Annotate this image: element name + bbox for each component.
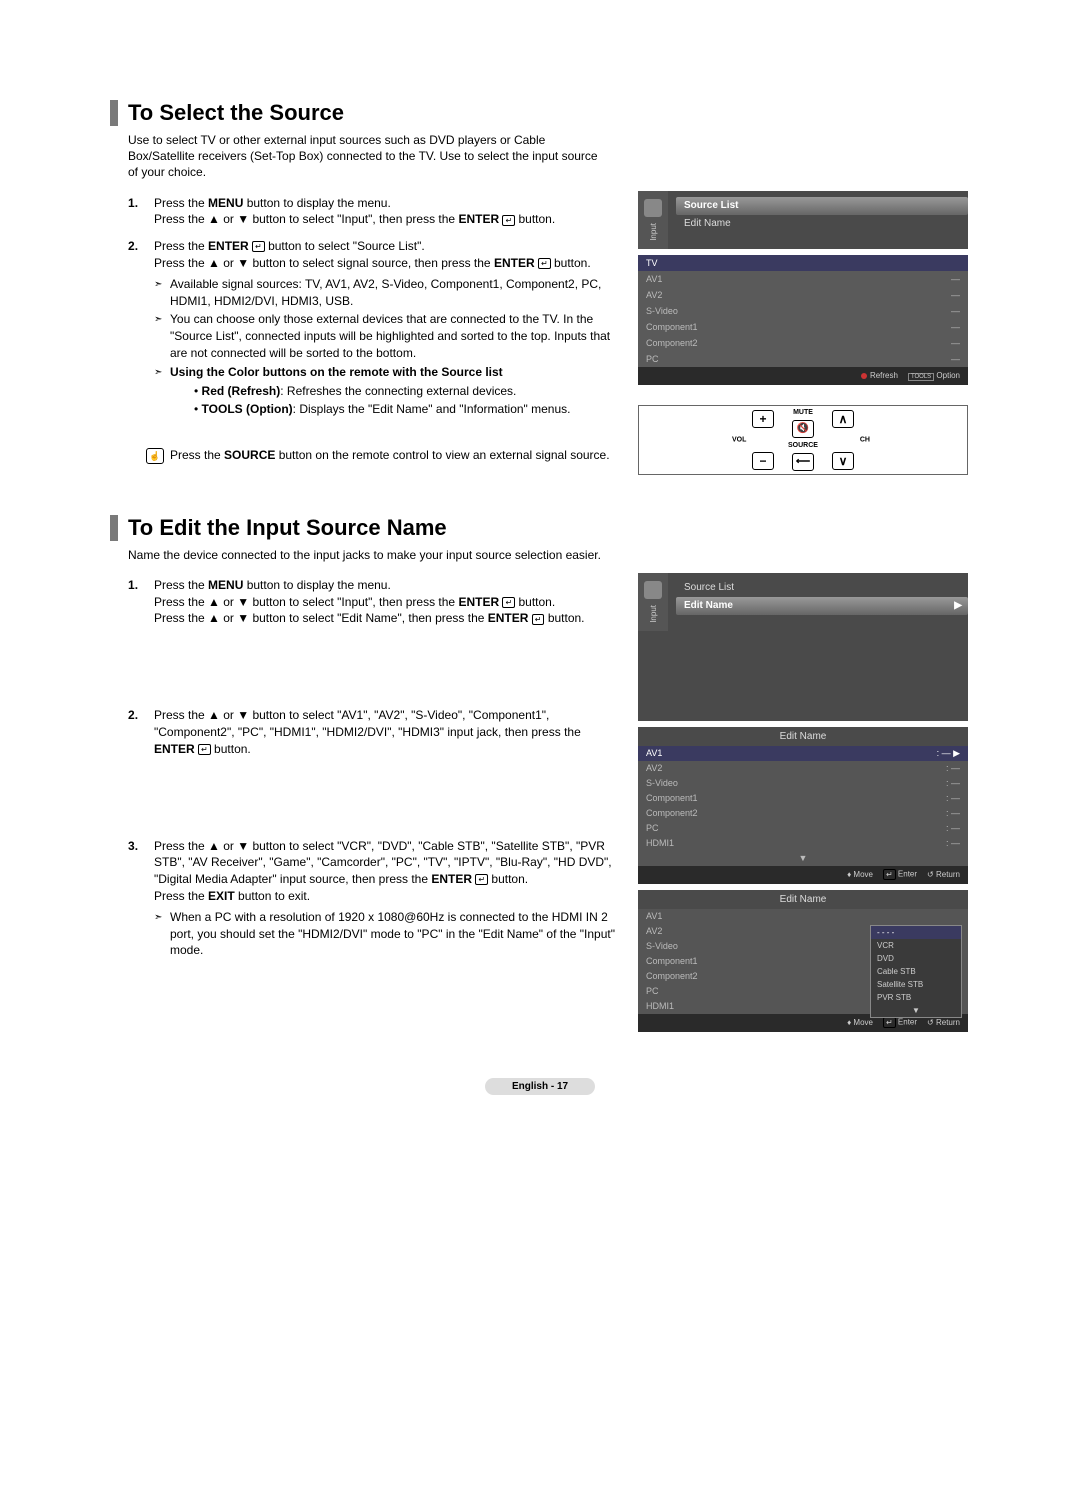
section1-title: To Select the Source xyxy=(110,100,970,126)
source-row[interactable]: Component2— xyxy=(638,335,968,351)
edit-row[interactable]: PC: — xyxy=(638,821,968,836)
enter-icon: ↵ xyxy=(502,597,515,608)
enter-icon: ↵ xyxy=(502,215,515,226)
popup-item[interactable]: Satellite STB xyxy=(871,978,961,991)
vol-up-button[interactable]: + xyxy=(752,410,774,428)
popup-item[interactable]: - - - - xyxy=(871,926,961,939)
source-row[interactable]: S-Video— xyxy=(638,303,968,319)
section1-intro: Use to select TV or other external input… xyxy=(128,132,598,181)
gear-icon xyxy=(644,199,662,217)
source-type-popup: - - - - VCR DVD Cable STB Satellite STB … xyxy=(870,925,962,1018)
popup-item[interactable]: VCR xyxy=(871,939,961,952)
s2-step-1: Press the MENU button to display the men… xyxy=(128,577,618,697)
source-row[interactable]: PC— xyxy=(638,351,968,367)
edit-row[interactable]: Component1: — xyxy=(638,791,968,806)
edit-row[interactable]: S-Video: — xyxy=(638,776,968,791)
menu-edit-name[interactable]: Edit Name xyxy=(676,215,968,233)
tv-editname-list-screenshot: Edit Name AV1: — ▶ AV2: — S-Video: — Com… xyxy=(638,727,968,884)
section2-intro: Name the device connected to the input j… xyxy=(128,547,728,563)
edit-row[interactable]: AV2: — xyxy=(638,761,968,776)
edit-row[interactable]: AV1: — ▶ xyxy=(638,746,968,761)
ch-up-button[interactable]: ∧ xyxy=(832,410,854,428)
edit-name-title: Edit Name xyxy=(638,727,968,746)
source-row[interactable]: Component1— xyxy=(638,319,968,335)
edit-row[interactable]: AV1 xyxy=(638,909,968,924)
enter-icon: ↵ xyxy=(538,258,551,269)
section2-title: To Edit the Input Source Name xyxy=(110,515,970,541)
source-button[interactable]: ⟵ xyxy=(792,453,814,471)
remote-tip: ☝ Press the SOURCE button on the remote … xyxy=(146,448,618,464)
section1-text: Press the MENU button to display the men… xyxy=(128,191,618,475)
popup-item[interactable]: PVR STB xyxy=(871,991,961,1004)
menu-source-list[interactable]: Source List xyxy=(676,579,968,597)
note-connected-devices: You can choose only those external devic… xyxy=(154,311,618,361)
step-2: Press the ENTER ↵ button to select "Sour… xyxy=(128,238,618,418)
mute-button[interactable]: 🔇 xyxy=(792,420,814,438)
scroll-down[interactable]: ▼ xyxy=(638,851,968,866)
sidebar-input-label: Input xyxy=(649,605,658,623)
menu-source-list[interactable]: Source List xyxy=(676,197,968,215)
popup-scroll-down[interactable]: ▼ xyxy=(871,1004,961,1017)
note-color-buttons: Using the Color buttons on the remote wi… xyxy=(154,364,618,418)
step-1: Press the MENU button to display the men… xyxy=(128,195,618,229)
remote-icon: ☝ xyxy=(146,448,164,464)
source-row[interactable]: AV1— xyxy=(638,271,968,287)
vol-down-button[interactable]: − xyxy=(752,452,774,470)
s2-step-2: Press the ▲ or ▼ button to select "AV1",… xyxy=(128,707,618,827)
popup-item[interactable]: DVD xyxy=(871,952,961,965)
tv-source-list-screenshot: TV AV1— AV2— S-Video— Component1— Compon… xyxy=(638,255,968,385)
enter-icon: ↵ xyxy=(475,874,488,885)
edit-name-title: Edit Name xyxy=(638,890,968,909)
note-pc-resolution: When a PC with a resolution of 1920 x 10… xyxy=(154,909,618,959)
gear-icon xyxy=(644,581,662,599)
source-label: SOURCE xyxy=(788,442,818,449)
popup-item[interactable]: Cable STB xyxy=(871,965,961,978)
source-row-tv[interactable]: TV xyxy=(638,255,968,271)
menu-edit-name[interactable]: Edit Name▶ xyxy=(676,597,968,615)
enter-icon: ↵ xyxy=(198,744,211,755)
tv-input-menu-screenshot: Input Source List Edit Name xyxy=(638,191,968,249)
source-row[interactable]: AV2— xyxy=(638,287,968,303)
edit-row[interactable]: HDMI1: — xyxy=(638,836,968,851)
tv-editname-menu-screenshot: Input Source List Edit Name▶ xyxy=(638,573,968,721)
note-available-sources: Available signal sources: TV, AV1, AV2, … xyxy=(154,276,618,310)
edit-row[interactable]: Component2: — xyxy=(638,806,968,821)
remote-diagram: + − VOL MUTE 🔇 SOURCE ⟵ ∧ ∨ CH xyxy=(638,405,968,475)
mute-label: MUTE xyxy=(793,409,813,416)
bullet-red-refresh: Red (Refresh): Refreshes the connecting … xyxy=(184,383,618,400)
enter-icon: ↵ xyxy=(252,241,265,252)
s2-step-3: Press the ▲ or ▼ button to select "VCR",… xyxy=(128,838,618,960)
enter-icon: ↵ xyxy=(532,614,545,625)
page-number: English - 17 xyxy=(485,1078,595,1095)
tv-editname-popup-screenshot: Edit Name AV1 AV2 S-Video Component1 Com… xyxy=(638,890,968,1032)
section2-text: Press the MENU button to display the men… xyxy=(128,573,618,969)
sidebar-input-label: Input xyxy=(649,223,658,241)
ch-down-button[interactable]: ∨ xyxy=(832,452,854,470)
bullet-tools-option: TOOLS (Option): Displays the "Edit Name"… xyxy=(184,401,618,418)
